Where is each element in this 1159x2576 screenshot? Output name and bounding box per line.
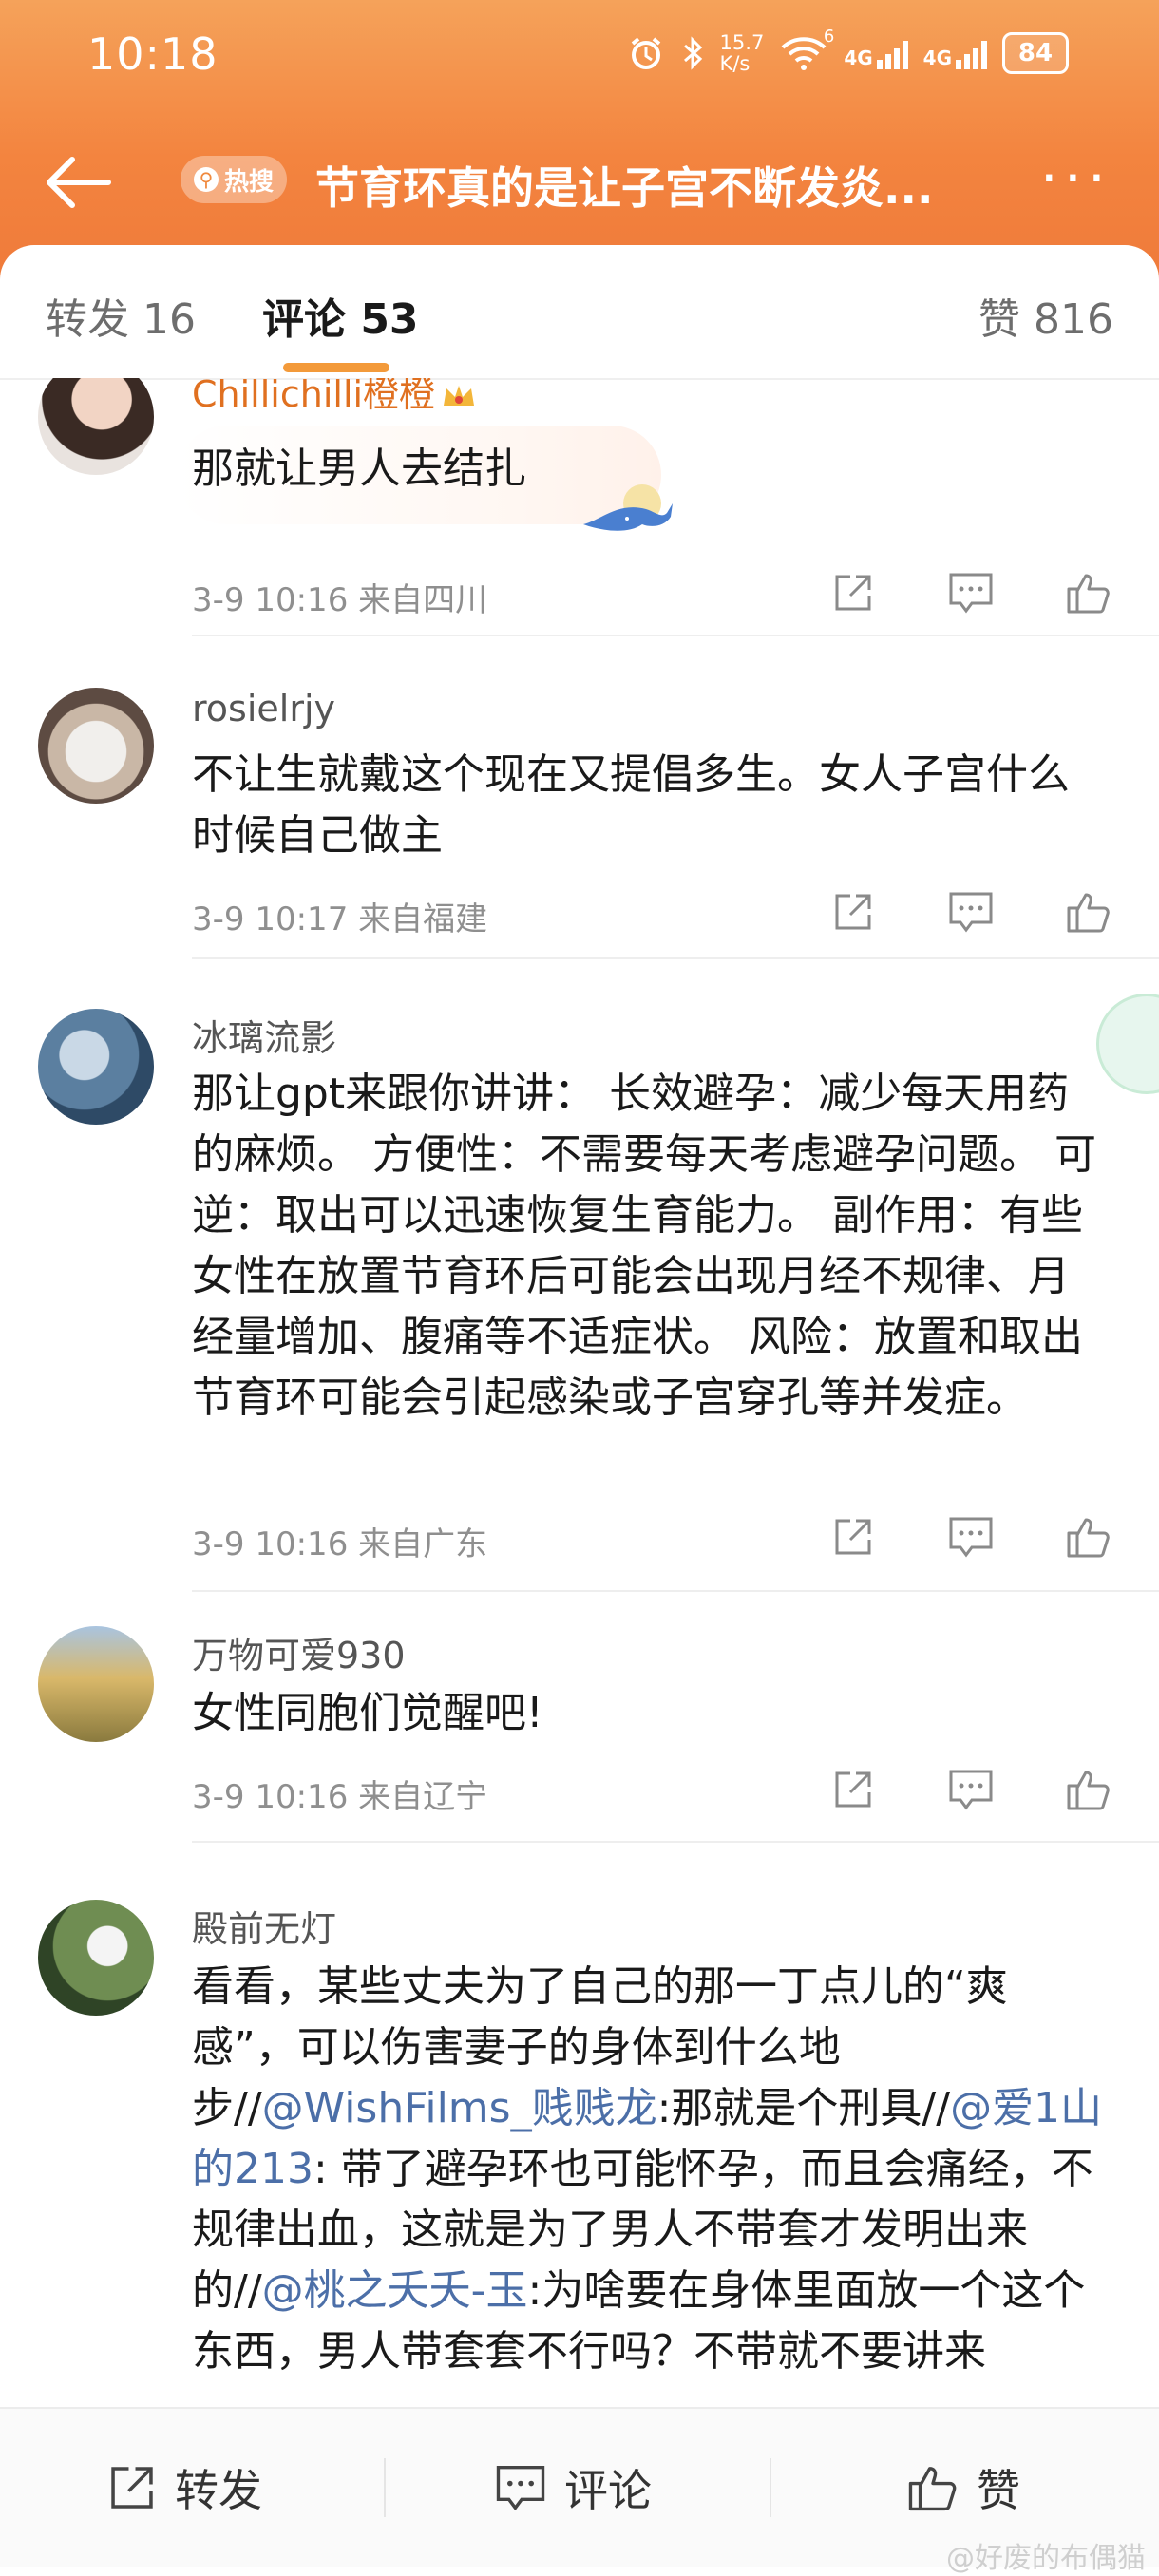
like-icon[interactable] [1064,568,1113,617]
tab-repost[interactable]: 转发 16 [46,285,196,346]
comment-actions [828,1765,1113,1814]
comment-actions [828,887,1113,937]
status-bar: 10:18 15.7 K/s 6 4G 4G 84 [0,0,1159,114]
like-icon [908,2467,957,2511]
comment-text: 女性同胞们觉醒吧! [192,1689,543,1737]
avatar[interactable] [38,1626,154,1742]
tab-bar: 转发 16 评论 53 赞 816 [0,245,1159,380]
tab-likes[interactable]: 赞 816 [978,285,1113,346]
battery-indicator: 84 [1002,32,1069,74]
share-icon[interactable] [828,1512,878,1562]
share-icon[interactable] [828,887,878,937]
comment-meta: 3-9 10:16 来自辽宁 [192,1778,488,1816]
avatar[interactable] [38,1900,154,2016]
username[interactable]: 冰璃流影 [192,1009,336,1061]
comment-item: 万物可爱930 女性同胞们觉醒吧! 3-9 10:16 来自辽宁 [0,1613,1159,1879]
floating-chat-button[interactable] [1096,994,1159,1094]
network-speed: 15.7 K/s [719,31,765,75]
alarm-icon [631,37,660,69]
like-icon[interactable] [1064,1512,1113,1562]
divider [192,957,1159,959]
reply-icon[interactable] [946,887,996,937]
status-time: 10:18 [87,28,218,80]
comment-text: 那让gpt来跟你讲讲： 长效避孕：减少每天用药的麻烦。 方便性：不需要每天考虑避… [192,1070,1096,1422]
divider [192,635,1159,636]
comment-item: 殿前无灯 看看，某些丈夫为了自己的那一丁点儿的“爽感”，可以伤害妻子的身体到什么… [0,1879,1159,2392]
sim2-signal: 4G [923,37,987,69]
comment-actions [828,568,1113,617]
divider [192,1590,1159,1592]
like-icon[interactable] [1064,1765,1113,1814]
avatar[interactable] [38,688,154,804]
mention-link[interactable]: @WishFilms_贱贱龙 [262,2084,657,2132]
comment-item: 冰璃流影 那让gpt来跟你讲讲： 长效避孕：减少每天用药的麻烦。 方便性：不需要… [0,994,1159,1611]
like-button[interactable]: 赞 [906,2456,1020,2519]
share-icon[interactable] [828,1765,878,1814]
active-tab-indicator [283,363,390,372]
divider [770,2458,771,2517]
divider [192,1841,1159,1843]
content-card: 转发 16 评论 53 赞 816 Chillichilli橙橙 那就让男人去结… [0,245,1159,2565]
more-menu-icon[interactable]: ··· [1040,150,1112,207]
page-title: 节育环真的是让子宫不断发炎... [315,162,934,214]
status-icons: 15.7 K/s 6 4G 4G 84 [627,27,1069,75]
divider [384,2458,386,2517]
share-icon[interactable] [828,568,878,617]
repost-button[interactable]: 转发 [106,2456,262,2519]
sim1-signal: 4G [844,37,908,69]
comment-meta: 3-9 10:17 来自福建 [192,900,488,938]
comment-text: 不让生就戴这个现在又提倡多生。女人子宫什么时候自己做主 [192,750,1070,860]
bluetooth-icon [683,36,702,70]
username[interactable]: Chillichilli橙橙 [192,378,477,417]
comment-meta: 3-9 10:16 来自广东 [192,1525,488,1563]
comment-button[interactable]: 评论 [494,2456,652,2519]
avatar[interactable] [38,1009,154,1125]
comment-icon [496,2466,545,2511]
vip-crown-icon [444,385,475,406]
wifi-icon: 6 [779,27,834,72]
comment-actions [828,1512,1113,1562]
username[interactable]: rosielrjy [192,688,335,729]
like-icon[interactable] [1064,887,1113,937]
avatar[interactable] [38,378,154,475]
comment-item: rosielrjy 不让生就戴这个现在又提倡多生。女人子宫什么时候自己做主 3-… [0,672,1159,986]
watermark: @好废的布偶猫 [946,2542,1146,2575]
hot-search-tag[interactable]: ⚲ 热搜 [180,156,288,203]
reply-icon[interactable] [946,568,996,617]
mention-link[interactable]: @桃之夭夭-玉 [262,2266,528,2315]
signal-bars-icon [956,37,987,69]
comment-item: Chillichilli橙橙 那就让男人去结扎 3-9 10:16 来自四川 [0,378,1159,663]
comment-meta: 3-9 10:16 来自四川 [192,581,488,619]
share-icon [111,2467,153,2509]
reply-icon[interactable] [946,1765,996,1814]
search-icon: ⚲ [194,167,218,192]
back-arrow-icon[interactable] [42,146,114,218]
comment-list: Chillichilli橙橙 那就让男人去结扎 3-9 10:16 来自四川 r… [0,378,1159,2392]
tab-comments[interactable]: 评论 53 [262,285,419,346]
signal-bars-icon [876,37,908,69]
reply-icon[interactable] [946,1512,996,1562]
username[interactable]: 万物可爱930 [192,1626,406,1678]
username[interactable]: 殿前无灯 [192,1900,336,1952]
comment-text: 那就让男人去结扎 [192,445,526,493]
comment-text: 看看，某些丈夫为了自己的那一丁点儿的“爽感”，可以伤害妻子的身体到什么地步//@… [192,1962,1103,2376]
nav-bar: ⚲ 热搜 节育环真的是让子宫不断发炎... ··· [0,133,1159,228]
